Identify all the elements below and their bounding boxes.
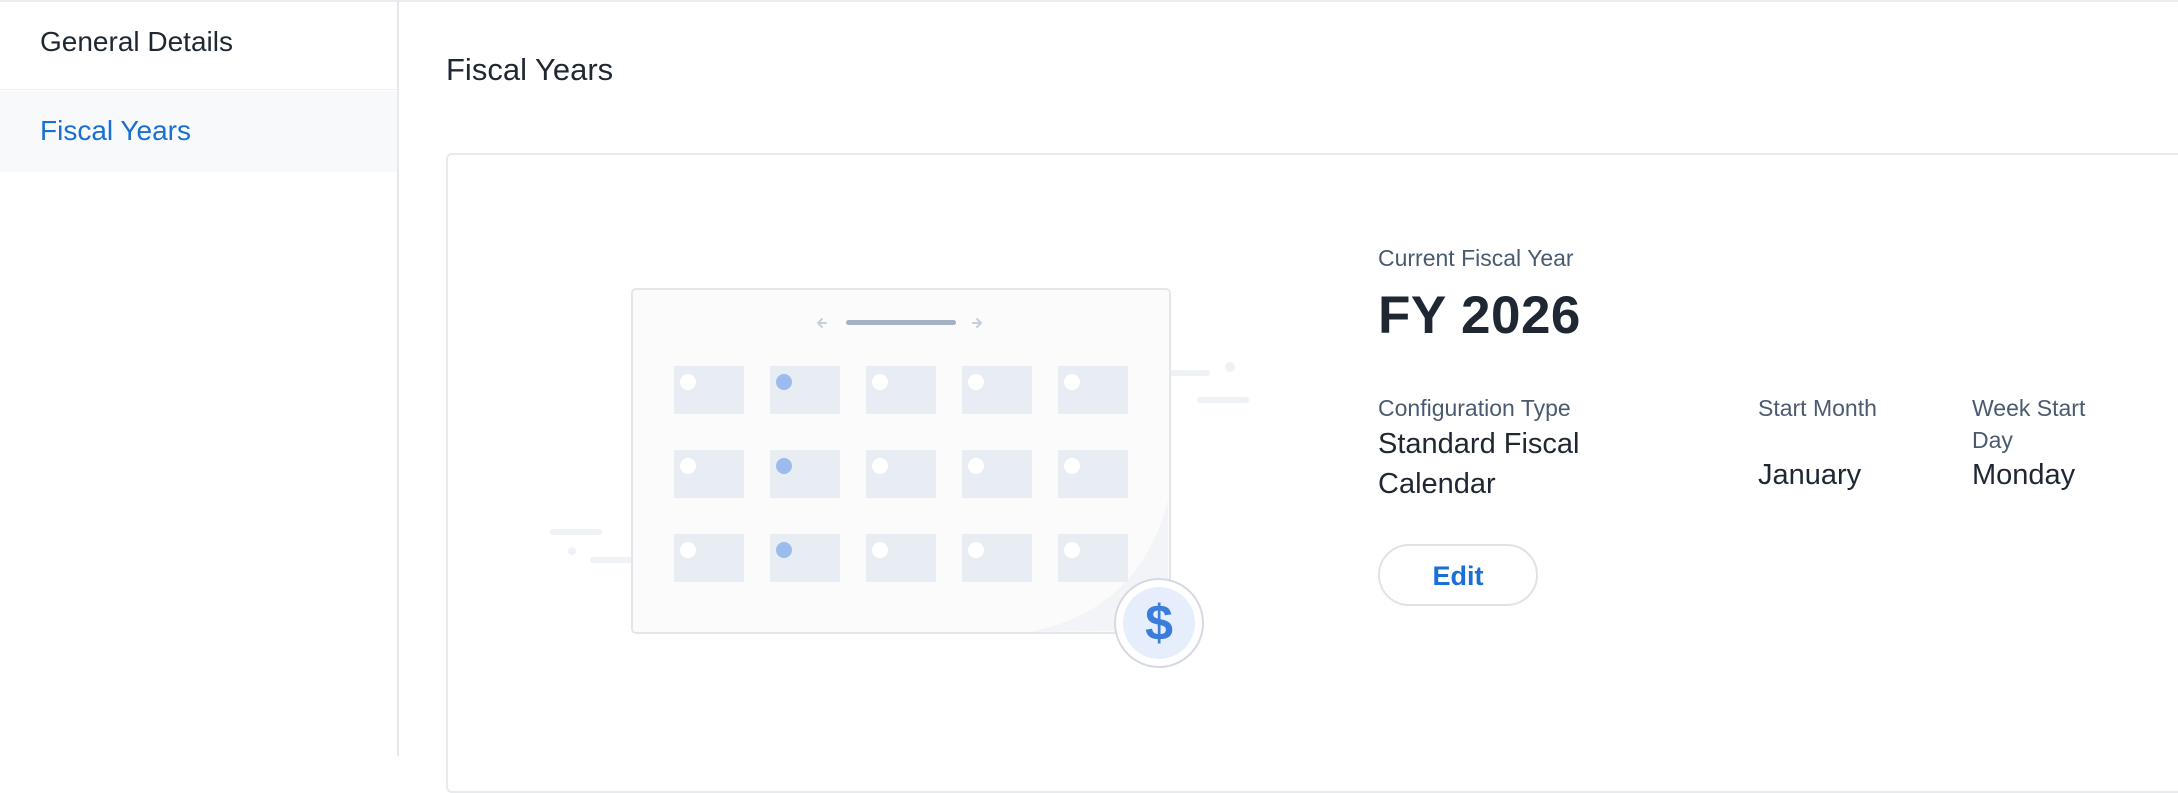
week-start-day-label: Week Start Day [1972,395,2086,453]
configuration-type-value: Standard Fiscal Calendar [1378,428,1580,500]
week-start-day-value: Monday [1972,459,2076,491]
sidebar: General Details Fiscal Years [0,2,399,756]
current-fiscal-year-value: FY 2026 [1378,286,1581,345]
sidebar-item-fiscal-years[interactable]: Fiscal Years [0,91,397,172]
calendar-grid [674,366,1128,582]
dollar-icon: $ [1114,578,1204,668]
start-month-value: January [1758,459,1862,491]
edit-button[interactable]: Edit [1378,544,1538,606]
current-fiscal-year-label: Current Fiscal Year [1378,245,1574,271]
configuration-type-label: Configuration Type [1378,395,1571,421]
dollar-symbol: $ [1145,595,1173,651]
start-month-label: Start Month [1758,395,1877,421]
page-title: Fiscal Years [446,52,614,87]
sidebar-item-general-details[interactable]: General Details [0,2,397,90]
calendar-illustration: $ [550,288,1249,668]
